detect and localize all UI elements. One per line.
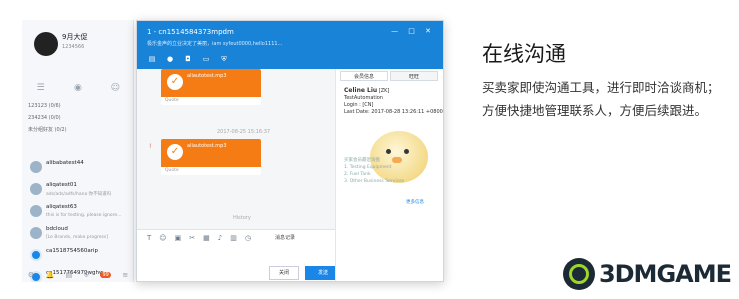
contact-avatar [30,205,42,217]
contact-name: alibabatest44 [46,160,84,166]
chat-toolbar: ▤ ● ◘ ▭ ⛨ [147,55,229,64]
profile-name: Celine Liu [344,87,378,94]
profile-pane: 会员信息 旺旺 Celine Liu [ZK] TestAutomation L… [335,69,443,281]
notification-badge[interactable]: 99 [100,272,111,278]
screen-icon[interactable]: ▭ [201,55,211,64]
profile-login: Login : [CN] [344,102,374,108]
chat-window: 1 - cn1514584373mpdm 极乐金声的立业决定了美丽，iam sy… [136,20,444,282]
check-icon: ✓ [167,74,183,90]
mascot-eye [404,149,409,154]
file-message[interactable]: ✓ aliautotest.mp3 Quote [161,69,261,105]
group-tab-icon[interactable]: ◉ [72,82,84,94]
clock-icon[interactable]: ◷ [245,234,251,242]
contact-avatar [30,183,42,195]
message-log-button[interactable]: 消息记录 [275,234,295,241]
inquiry-list: 买家会员最近询盘 1. Testing Equipment 2. Fuel Ta… [344,157,404,185]
contact-item[interactable]: bdcloud [Le Brands, make progress] [22,224,133,246]
input-area[interactable]: T ☺ ▣ ✂ ▦ ♪ ▥ ◷ 消息记录 关闭 发送 [137,229,341,281]
profile-company: TestAutomation [344,95,383,101]
site-watermark: 3DMGAME [562,257,732,291]
inquiry-item: 2. Fuel Tank [344,172,371,177]
quote-link[interactable]: Quote [161,97,261,105]
contacts-tab-icon[interactable]: ☺ [109,82,121,94]
text-format-icon[interactable]: T [147,234,151,242]
user-id: 1234566 [62,44,85,50]
error-icon: ! [149,143,152,150]
contact-last-message: this is for testing, please ignore... [46,213,122,218]
contact-item[interactable]: ca1518754560arip [22,246,133,268]
message-area: ✓ aliautotest.mp3 Quote 2017-08-25 15:16… [137,69,335,229]
check-icon: ✓ [167,144,183,160]
contact-last-message: ads/ads/adfs/hana 你不知道吗 [46,192,112,197]
history-link[interactable]: History [233,215,251,221]
inquiry-title: 买家会员最近询盘 [344,158,380,163]
chat-subtitle: 极乐金声的立业决定了美丽，iam syfeut0000,hello1111... [147,41,283,47]
contact-last-message: [Le Brands, make progress] [46,235,108,240]
group-item[interactable]: 123123 (0/6) [28,100,67,112]
settings-icon[interactable]: ⚙ [28,271,34,279]
microphone-icon[interactable]: ● [165,55,175,64]
bottom-bar: ⚙ 🔔 ▤ ⛨ 99 ≡ [22,268,133,282]
order-icon[interactable]: ▥ [230,234,237,242]
watermark-text: 3DMGAME [598,260,732,288]
group-list: 123123 (0/6) 234234 (0/0) 未分组好友 (0/2) [28,100,67,136]
mascot-eye [386,149,391,154]
screenshot-icon[interactable]: ✂ [189,234,195,242]
feature-headline: 在线沟通 [482,42,566,66]
contact-item[interactable]: aliqatest01 ads/ads/adfs/hana 你不知道吗 [22,180,133,202]
camera-icon[interactable]: ◘ [183,55,193,64]
emoji-icon[interactable]: ☺ [159,234,166,242]
file-name: aliautotest.mp3 [187,143,227,149]
contact-avatar [30,249,42,261]
file-header: ✓ aliautotest.mp3 [161,69,261,97]
profile-card: Celine Liu [ZK] TestAutomation Login : [… [344,87,443,116]
window-controls[interactable]: — □ ✕ [391,27,435,35]
profile-last-date: Last Date: 2017-08-28 13:26:11 +0800 [344,109,443,115]
contact-name: bdcloud [46,226,68,232]
file-icon[interactable]: ▦ [203,234,210,242]
close-button[interactable]: 关闭 [269,266,299,280]
contact-name: ca1518754560arip [46,248,99,254]
group-item[interactable]: 234234 (0/0) [28,112,67,124]
profile-tabs: 会员信息 旺旺 [340,71,438,81]
security-icon[interactable]: ⛨ [219,55,229,64]
group-item[interactable]: 未分组好友 (0/2) [28,124,67,136]
feature-description: 买卖家即使沟通工具，进行即时洽谈商机；方便快捷地管理联系人，方便后续跟进。 [482,80,720,118]
contact-item[interactable]: aliqatest63 this is for testing, please … [22,202,133,224]
input-toolbar: T ☺ ▣ ✂ ▦ ♪ ▥ ◷ [147,234,251,242]
chart-icon[interactable]: ▤ [66,271,73,279]
alert-icon[interactable]: 🔔 [45,271,54,279]
contact-panel: 9月大促 1234566 ☰ ◉ ☺ 123123 (0/6) 234234 (… [22,20,134,282]
tab-wangwang[interactable]: 旺旺 [390,71,438,81]
inquiry-item: 1. Testing Equipment [344,165,392,170]
file-message[interactable]: ✓ aliautotest.mp3 Quote [161,139,261,175]
file-header: ✓ aliautotest.mp3 [161,139,261,167]
folder-icon[interactable]: ▤ [147,55,157,64]
chat-title: 1 - cn1514584373mpdm [147,28,234,36]
inquiry-item: 3. Other Business Services [344,179,405,184]
user-name: 9月大促 [62,33,88,41]
contact-name: aliqatest01 [46,182,77,188]
contact-tabs: ☰ ◉ ☺ [22,82,133,94]
bell-icon[interactable]: ♪ [218,234,222,242]
contact-avatar [30,161,42,173]
contact-avatar [30,227,42,239]
image-icon[interactable]: ▣ [175,234,182,242]
contact-item[interactable]: alibabatest44 [22,158,133,180]
tab-member-info[interactable]: 会员信息 [340,71,388,81]
menu-icon[interactable]: ≡ [122,271,128,279]
quote-link[interactable]: Quote [161,167,261,175]
chat-tab-icon[interactable]: ☰ [35,82,47,94]
user-avatar[interactable] [34,32,58,56]
contact-name: aliqatest63 [46,204,77,210]
contact-list: alibabatest44 aliqatest01 ads/ads/adfs/h… [22,158,133,282]
message-timestamp: 2017-08-25 15:16:37 [217,129,271,135]
more-info-link[interactable]: 更多信息 [406,199,424,205]
profile-tag: [ZK] [378,88,390,94]
chat-header: 1 - cn1514584373mpdm 极乐金声的立业决定了美丽，iam sy… [137,21,443,69]
shield-icon[interactable]: ⛨ [84,271,89,280]
watermark-logo-icon [562,258,595,290]
file-name: aliautotest.mp3 [187,73,227,79]
